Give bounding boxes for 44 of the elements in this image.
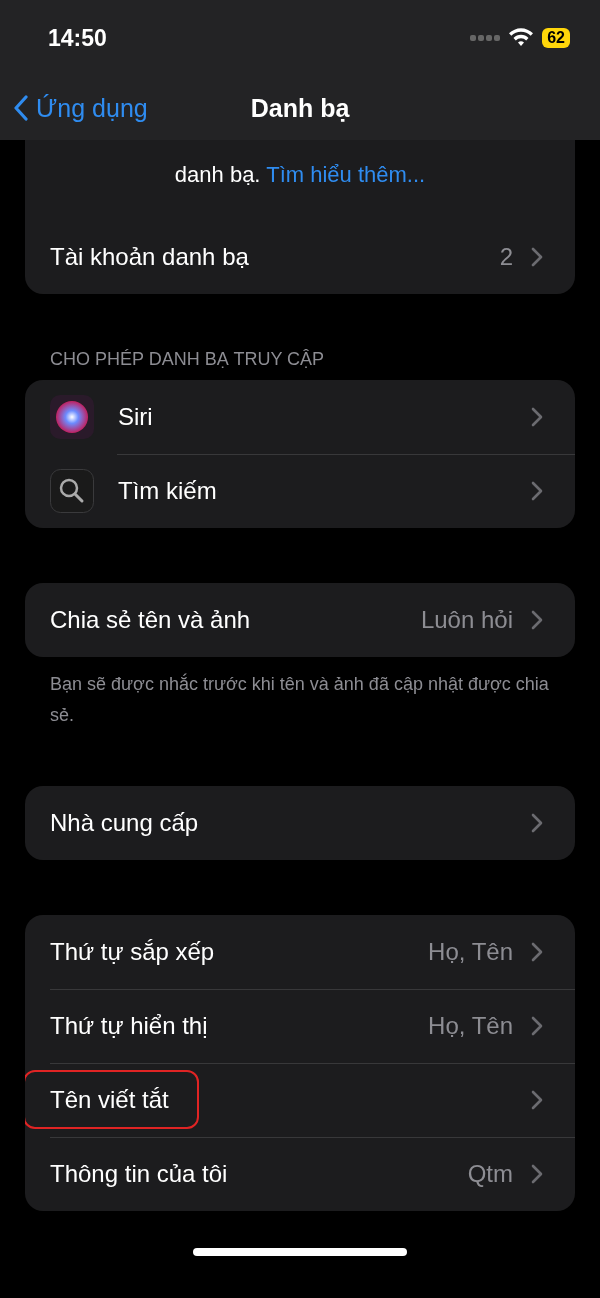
settings-row[interactable]: Thông tin của tôi Qtm: [25, 1137, 575, 1211]
settings-row[interactable]: Tài khoản danh bạ 2: [25, 220, 575, 294]
siri-icon: [50, 395, 94, 439]
back-chevron-icon: [14, 95, 28, 121]
section-footer: Bạn sẽ được nhắc trước khi tên và ảnh đã cập nhật được chia sẻ.: [0, 657, 600, 731]
row-label: Thứ tự sắp xếp: [50, 938, 215, 965]
description-text: danh bạ. Tìm hiểu thêm...: [173, 161, 427, 189]
settings-row[interactable]: Siri: [25, 380, 575, 454]
search-icon: [50, 469, 94, 513]
row-label: Tài khoản danh bạ: [50, 243, 249, 270]
chevron-icon: [531, 247, 543, 267]
row-value: Luôn hỏi: [420, 606, 513, 634]
settings-row[interactable]: Tìm kiếm: [25, 454, 575, 528]
battery-level: 62: [542, 28, 570, 48]
row-label: Chia sẻ tên và ảnh: [50, 606, 251, 633]
row-value: Họ, Tên: [428, 938, 513, 966]
section-header: CHO PHÉP DANH BẠ TRUY CẬP: [49, 349, 326, 371]
settings-row[interactable]: Tên viết tắt: [25, 1063, 575, 1137]
row-value: 2: [499, 243, 513, 271]
wifi-icon: [508, 28, 535, 48]
row-label: Siri: [118, 403, 153, 430]
page-title: Danh bạ: [250, 93, 350, 123]
chevron-icon: [531, 1090, 543, 1110]
chevron-icon: [531, 481, 543, 501]
chevron-icon: [531, 813, 543, 833]
row-label: Tên viết tắt: [25, 1072, 197, 1127]
chevron-icon: [531, 942, 543, 962]
row-label: Nhà cung cấp: [50, 809, 199, 836]
status-time: 14:50: [48, 24, 107, 52]
chevron-icon: [531, 610, 543, 630]
signal-icon: [470, 34, 501, 42]
settings-row[interactable]: Nhà cung cấp: [25, 786, 575, 860]
row-label: Thứ tự hiển thị: [50, 1012, 208, 1039]
chevron-icon: [531, 1016, 543, 1036]
settings-row[interactable]: Thứ tự hiển thị Họ, Tên: [25, 989, 575, 1063]
settings-row[interactable]: Thứ tự sắp xếp Họ, Tên: [25, 915, 575, 989]
row-value: Họ, Tên: [428, 1012, 513, 1040]
chevron-icon: [531, 407, 543, 427]
chevron-icon: [531, 1164, 543, 1184]
row-label: Thông tin của tôi: [50, 1160, 228, 1187]
row-value: Qtm: [467, 1160, 513, 1188]
back-button[interactable]: Ứng dụng: [0, 92, 154, 124]
settings-row[interactable]: Chia sẻ tên và ảnh Luôn hỏi: [25, 583, 575, 657]
row-label: Tìm kiếm: [118, 477, 217, 504]
